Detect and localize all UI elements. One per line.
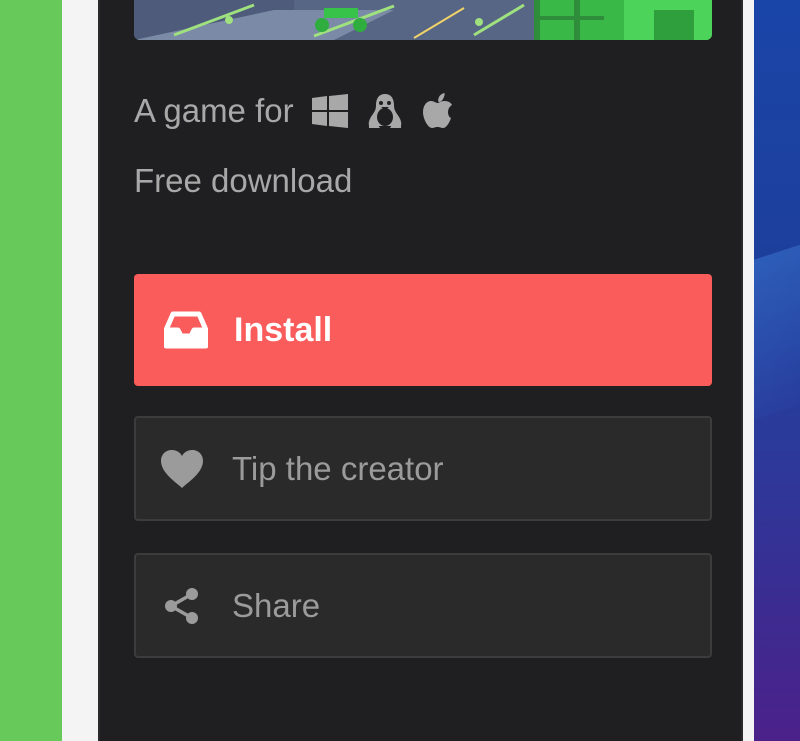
screenshot-graphic (134, 0, 712, 40)
tip-creator-label: Tip the creator (232, 449, 444, 487)
install-button[interactable]: Install (134, 274, 712, 386)
page-root: A game for Free download Install Tip the… (0, 0, 800, 741)
platform-icons (311, 93, 454, 129)
share-icon (158, 587, 206, 625)
game-screenshot[interactable] (134, 0, 712, 40)
apple-icon (422, 93, 454, 129)
heart-icon (158, 449, 206, 489)
background-streak (754, 237, 800, 423)
platforms-label: A game for (134, 92, 294, 129)
linux-icon (366, 93, 404, 129)
windows-icon (311, 94, 348, 128)
background-left-gap (62, 0, 98, 741)
share-button[interactable]: Share (134, 553, 712, 658)
install-icon (164, 310, 208, 350)
platforms-line: A game for (134, 92, 454, 130)
share-label: Share (232, 586, 321, 624)
background-right-blue (754, 0, 800, 741)
tip-creator-button[interactable]: Tip the creator (134, 416, 712, 521)
background-left-green (0, 0, 62, 741)
install-label: Install (234, 310, 333, 349)
price-text: Free download (134, 162, 353, 199)
